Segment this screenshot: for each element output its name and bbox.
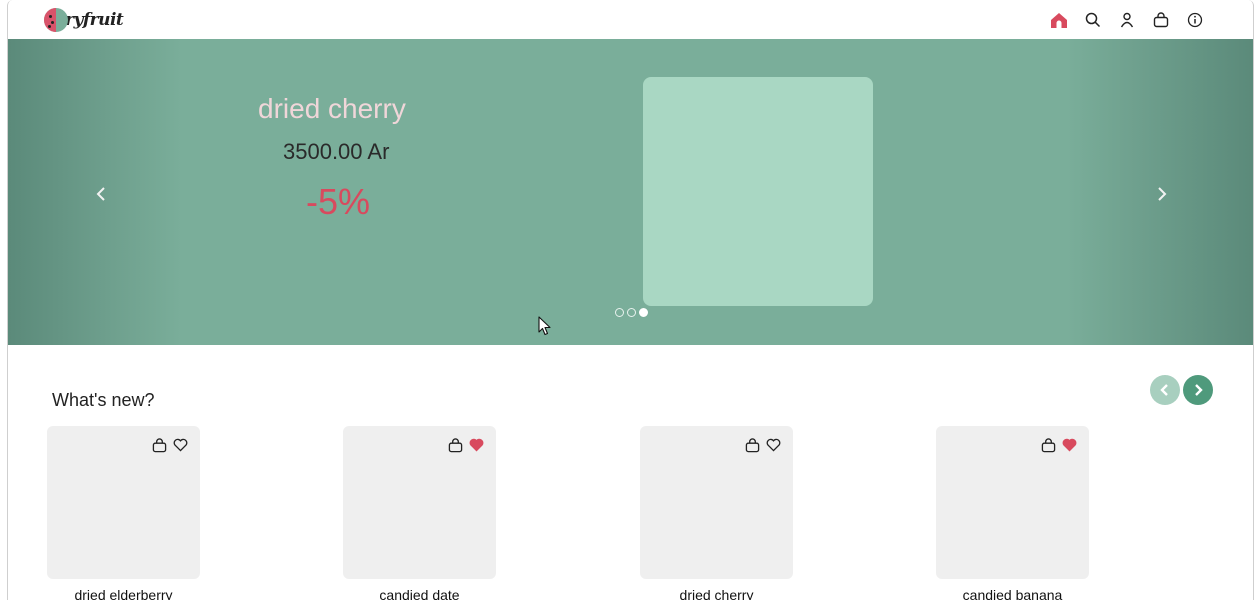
product-card[interactable]: dried cherry bbox=[640, 426, 793, 600]
heart-filled-icon[interactable] bbox=[468, 437, 484, 453]
add-to-bag-icon[interactable] bbox=[1040, 437, 1056, 453]
mouse-cursor-icon bbox=[538, 316, 552, 336]
bag-icon[interactable] bbox=[1151, 10, 1171, 30]
product-name[interactable]: dried elderberry bbox=[47, 587, 200, 600]
product-image[interactable] bbox=[640, 426, 793, 579]
add-to-bag-icon[interactable] bbox=[151, 437, 167, 453]
product-name[interactable]: dried cherry bbox=[640, 587, 793, 600]
product-card[interactable]: dried elderberry bbox=[47, 426, 200, 600]
product-image[interactable] bbox=[936, 426, 1089, 579]
add-to-bag-icon[interactable] bbox=[447, 437, 463, 453]
heart-outline-icon[interactable] bbox=[172, 437, 188, 453]
add-to-bag-icon[interactable] bbox=[744, 437, 760, 453]
top-header: ryfruit bbox=[8, 0, 1253, 39]
hero-prev-chevron-icon[interactable] bbox=[89, 179, 113, 209]
hero-discount-badge: -5% bbox=[306, 181, 371, 222]
header-nav bbox=[1049, 10, 1205, 30]
hero-product-title: dried cherry bbox=[258, 93, 406, 124]
product-image[interactable] bbox=[343, 426, 496, 579]
product-card[interactable]: candied banana bbox=[936, 426, 1089, 600]
brand-logo[interactable]: ryfruit bbox=[44, 7, 124, 33]
home-icon[interactable] bbox=[1049, 10, 1069, 30]
hero-carousel: dried cherry 3500.00 Ar -5% bbox=[8, 39, 1253, 345]
user-icon[interactable] bbox=[1117, 10, 1137, 30]
watermelon-logo-icon bbox=[44, 8, 68, 32]
hero-next-chevron-icon[interactable] bbox=[1150, 179, 1174, 209]
hero-dot-1[interactable] bbox=[615, 308, 624, 317]
heart-outline-icon[interactable] bbox=[765, 437, 781, 453]
hero-product-price: 3500.00 Ar bbox=[283, 139, 390, 164]
hero-dot-2[interactable] bbox=[627, 308, 636, 317]
product-image[interactable] bbox=[47, 426, 200, 579]
info-icon[interactable] bbox=[1185, 10, 1205, 30]
search-icon[interactable] bbox=[1083, 10, 1103, 30]
heart-filled-icon[interactable] bbox=[1061, 437, 1077, 453]
app-window: ryfruit dried cherry 3500.00 Ar -5% What… bbox=[7, 0, 1254, 600]
hero-dot-3[interactable] bbox=[639, 308, 648, 317]
product-name[interactable]: candied banana bbox=[936, 587, 1089, 600]
products-next-button[interactable] bbox=[1183, 375, 1213, 405]
brand-logo-text: ryfruit bbox=[65, 10, 124, 30]
products-prev-button[interactable] bbox=[1150, 375, 1180, 405]
product-card[interactable]: candied date bbox=[343, 426, 496, 600]
section-title-whats-new: What's new? bbox=[52, 390, 155, 410]
hero-product-image bbox=[643, 77, 873, 306]
hero-pagination bbox=[615, 308, 648, 317]
product-name[interactable]: candied date bbox=[343, 587, 496, 600]
